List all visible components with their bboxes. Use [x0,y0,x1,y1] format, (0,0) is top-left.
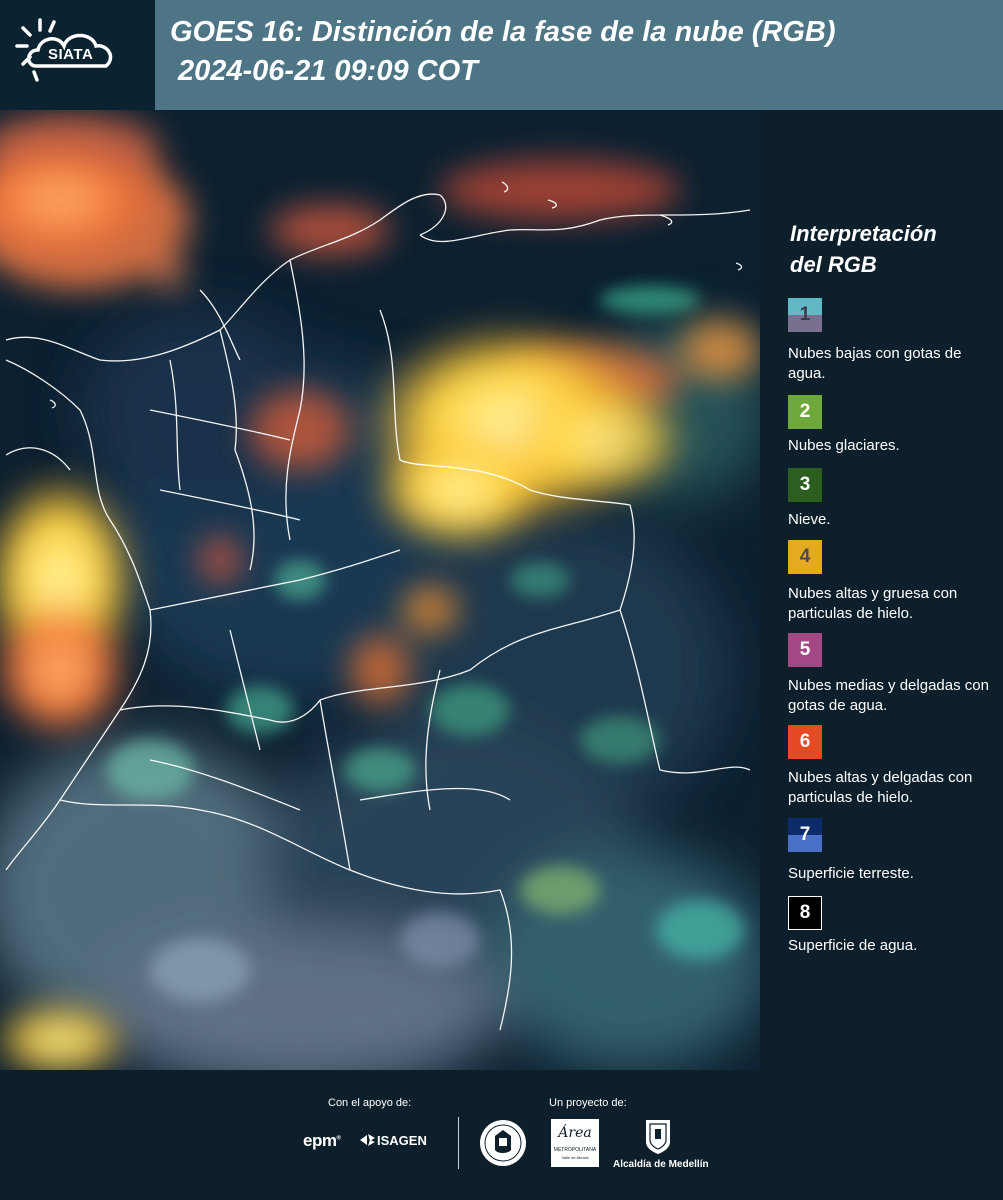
legend-swatch-2: 2 [788,395,822,429]
legend-label-3: Nieve. [788,511,831,528]
legend-number-4: 4 [799,546,811,567]
legend-label-1: Nubes bajas con gotas de agua. [788,345,962,382]
university-seal-icon [480,1120,526,1166]
support-label: Con el apoyo de: [328,1097,412,1109]
header-bar: SIATA GOES 16: Distinción de la fase de … [0,0,1003,110]
area-logo-sub2: Valle de Aburrá [561,1155,589,1160]
footer-divider [458,1117,459,1169]
area-logo-sub: METROPOLITANA [553,1147,597,1153]
legend-label-5: Nubes medias y delgadas con gotas de agu… [788,677,989,714]
legend-number-6: 6 [799,731,811,752]
legend-number-5: 5 [799,639,811,660]
legend-swatch-8: 8 [788,896,822,930]
isagen-text: ISAGEN [377,1132,427,1148]
legend-label-4: Nubes altas y gruesa con particulas de h… [788,585,958,622]
satellite-map [0,110,760,1070]
alcaldia-text: Alcaldía de Medellín [613,1159,709,1170]
legend-title: Interpretación del RGB [790,218,937,280]
legend-title-line2: del RGB [790,252,877,277]
legend-swatch-7: 7 [788,818,822,852]
legend-swatch-1: 1 [788,298,822,332]
epm-text: epm [303,1131,337,1150]
legend-number-7: 7 [799,824,811,845]
legend-swatch-4: 4 [788,540,822,574]
legend-label-7: Superficie terreste. [788,865,914,882]
legend-label-2: Nubes glaciares. [788,437,900,454]
area-logo-text: Área [558,1125,592,1141]
legend-label-8: Superficie de agua. [788,937,918,954]
legend-number-1: 1 [799,304,811,325]
legend-number-2: 2 [799,401,811,422]
legend-label-6: Nubes altas y delgadas con particulas de… [788,769,973,806]
epm-logo: epm® [303,1131,341,1150]
legend-swatch-5: 5 [788,633,822,667]
footer-bar: Con el apoyo de: Un proyecto de: epm® IS… [0,1070,1003,1200]
project-label: Un proyecto de: [549,1097,627,1109]
legend-number-3: 3 [799,474,811,495]
page-title: GOES 16: Distinción de la fase de la nub… [170,16,836,48]
logo-arrow [122,0,155,110]
logo-text: SIATA [48,46,94,63]
legend-panel: Interpretación del RGB 1 Nubes bajas con… [760,110,1003,1070]
isagen-logo: ISAGEN [359,1132,427,1148]
area-metropolitana-logo: Área METROPOLITANA Valle de Aburrá [551,1119,599,1167]
satellite-image [0,110,760,1070]
page-timestamp: 2024-06-21 09:09 COT [178,55,478,87]
legend-number-8: 8 [799,902,811,923]
legend-swatch-6: 6 [788,725,822,759]
legend-swatch-3: 3 [788,468,822,502]
isagen-mark-icon [360,1134,375,1146]
alcaldia-shield-icon [646,1120,670,1154]
legend-title-line1: Interpretación [790,221,937,246]
